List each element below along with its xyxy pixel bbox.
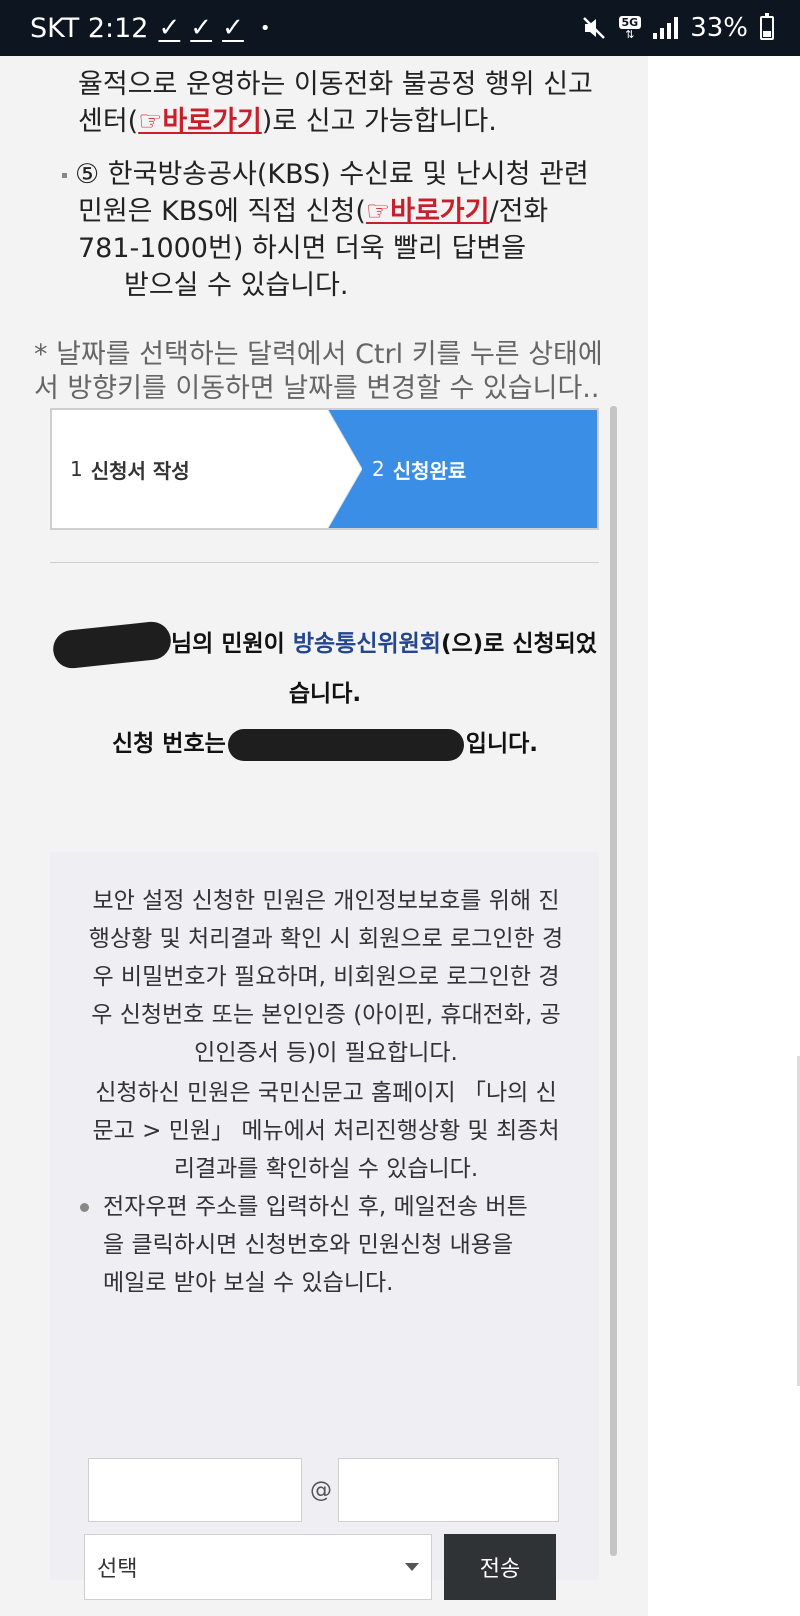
divider: [50, 562, 599, 563]
email-domain-input[interactable]: [338, 1458, 559, 1522]
status-check-notice: 신청하신 민원은 국민신문고 홈페이지 「나의 신문고 > 민원」 메뉴에서 처…: [92, 1080, 560, 1182]
result-line-2: 습니다.: [288, 681, 362, 707]
signal-icon: [653, 17, 679, 39]
notification-dot: •: [259, 17, 271, 39]
redaction-mark: [51, 619, 173, 670]
carrier-time: SKT 2:12: [30, 12, 149, 44]
page: 율적으로 운영하는 이동전화 불공정 행위 신고 센터(☞바로가기)로 신고 가…: [0, 56, 648, 1616]
status-right: 5G ⇅ 33%: [581, 13, 774, 43]
notice-item-4: 율적으로 운영하는 이동전화 불공정 행위 신고 센터(☞바로가기)로 신고 가…: [78, 69, 593, 137]
network-5g-icon: 5G ⇅: [618, 16, 642, 40]
step-write: 1 신청서 작성: [70, 457, 190, 483]
check-icon: ✓: [222, 13, 244, 43]
email-row: @: [88, 1458, 559, 1522]
email-bullet: 전자우편 주소를 입력하신 후, 메일전송 버튼을 클릭하시면 신청번호와 민원…: [80, 1188, 540, 1302]
security-notice: 보안 설정 신청한 민원은 개인정보보호를 위해 진행상황 및 처리결과 확인 …: [88, 888, 564, 1066]
mute-icon: [581, 15, 607, 41]
status-bar: SKT 2:12 ✓ ✓ ✓ • 5G ⇅ 33%: [0, 0, 800, 56]
battery-percent: 33%: [690, 13, 748, 43]
email-local-input[interactable]: [88, 1458, 302, 1522]
check-icon: ✓: [190, 13, 213, 43]
progress-steps: 1 신청서 작성 2 신청완료: [50, 408, 599, 530]
email-domain-select[interactable]: 선택: [84, 1534, 432, 1600]
step-arrow-icon: [328, 410, 362, 528]
agency-name: 방송통신위원회: [292, 631, 441, 657]
send-row: 선택 전송: [84, 1534, 556, 1600]
redaction-mark: [227, 728, 464, 761]
bullet-icon: [80, 1203, 89, 1212]
status-left: SKT 2:12 ✓ ✓ ✓ •: [30, 13, 270, 44]
shortcut-link[interactable]: ☞바로가기: [138, 106, 262, 137]
at-sign: @: [310, 1477, 332, 1503]
step-complete: 2 신청완료: [328, 410, 597, 528]
result-line-3: 신청 번호는 입니다.: [20, 719, 630, 769]
page-gutter: [648, 56, 800, 1616]
scrollbar[interactable]: [610, 406, 617, 1556]
calendar-tip: * 날짜를 선택하는 달력에서 Ctrl 키를 누른 상태에서 방향키를 이동하…: [34, 339, 603, 404]
chevron-down-icon: [405, 1563, 419, 1571]
result-message: 님의 민원이 방송통신위원회(으)로 신청되었 습니다. 신청 번호는 입니다.: [20, 619, 630, 769]
send-button[interactable]: 전송: [444, 1534, 556, 1600]
kbs-shortcut-link[interactable]: ☞바로가기: [366, 196, 490, 227]
notice-item-5: ⑤ 한국방송공사(KBS) 수신료 및 난시청 관련 민원은 KBS에 직접 신…: [62, 156, 622, 304]
check-icon: ✓: [158, 13, 181, 43]
battery-icon: [760, 13, 774, 40]
result-line-1: 님의 민원이 방송통신위원회(으)로 신청되었: [20, 619, 630, 670]
bullet-icon: [62, 173, 67, 178]
info-box: 보안 설정 신청한 민원은 개인정보보호를 위해 진행상황 및 처리결과 확인 …: [50, 852, 599, 1600]
